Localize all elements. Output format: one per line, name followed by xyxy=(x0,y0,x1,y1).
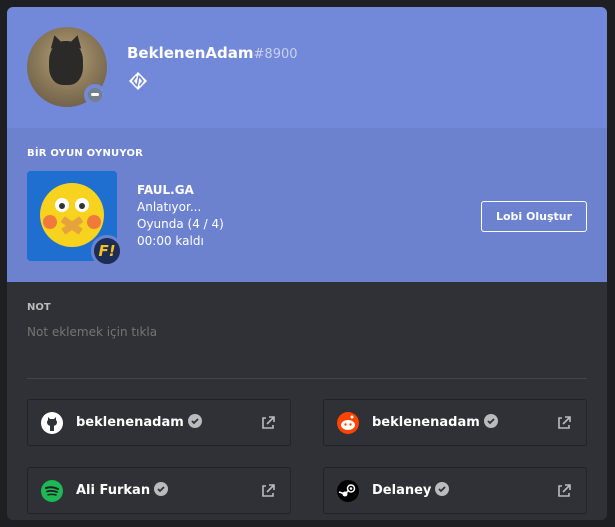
connection-github[interactable]: beklenenadam xyxy=(27,399,291,446)
verified-icon xyxy=(154,482,169,496)
connection-name: beklenenadam xyxy=(76,414,202,430)
user-profile-modal: BeklenenAdam#8900 BİR OYUN OYNUYOR F! FA… xyxy=(7,7,607,520)
developer-badge-icon[interactable] xyxy=(128,71,148,91)
connection-steam[interactable]: Delaney xyxy=(323,467,587,514)
connection-reddit[interactable]: beklenenadam xyxy=(323,399,587,446)
steam-icon xyxy=(337,480,359,502)
game-small-icon: F! xyxy=(91,235,123,267)
divider xyxy=(27,378,587,379)
note-title: NOT xyxy=(27,302,51,313)
verified-icon xyxy=(483,414,498,428)
verified-icon xyxy=(435,482,450,496)
verified-icon xyxy=(187,414,202,428)
game-details: Anlatıyor... xyxy=(137,200,202,214)
external-link-icon[interactable] xyxy=(556,483,572,499)
connection-name: Ali Furkan xyxy=(76,482,169,498)
external-link-icon[interactable] xyxy=(260,483,276,499)
status-dnd-icon xyxy=(84,84,106,106)
github-icon xyxy=(41,412,63,434)
game-info: FAUL.GA Anlatıyor... Oyunda (4 / 4) 00:0… xyxy=(137,182,224,250)
create-lobby-button[interactable]: Lobi Oluştur xyxy=(481,201,587,232)
spotify-icon xyxy=(41,480,63,502)
connection-name: beklenenadam xyxy=(372,414,498,430)
connection-name: Delaney xyxy=(372,482,450,498)
game-name: FAUL.GA xyxy=(137,183,194,197)
activity-section: BİR OYUN OYNUYOR F! FAUL.GA Anlatıyor...… xyxy=(7,128,607,282)
discriminator: #8900 xyxy=(253,47,298,62)
external-link-icon[interactable] xyxy=(260,415,276,431)
profile-header: BeklenenAdam#8900 xyxy=(7,7,607,128)
activity-title: BİR OYUN OYNUYOR xyxy=(27,148,144,159)
username-row: BeklenenAdam#8900 xyxy=(127,43,298,62)
reddit-icon xyxy=(337,412,359,434)
external-link-icon[interactable] xyxy=(556,415,572,431)
connection-spotify[interactable]: Ali Furkan xyxy=(27,467,291,514)
game-elapsed: 00:00 kaldı xyxy=(137,234,204,248)
note-input[interactable] xyxy=(27,322,587,342)
avatar-cat xyxy=(49,41,83,85)
game-state: Oyunda (4 / 4) xyxy=(137,217,224,231)
username: BeklenenAdam xyxy=(127,44,254,62)
